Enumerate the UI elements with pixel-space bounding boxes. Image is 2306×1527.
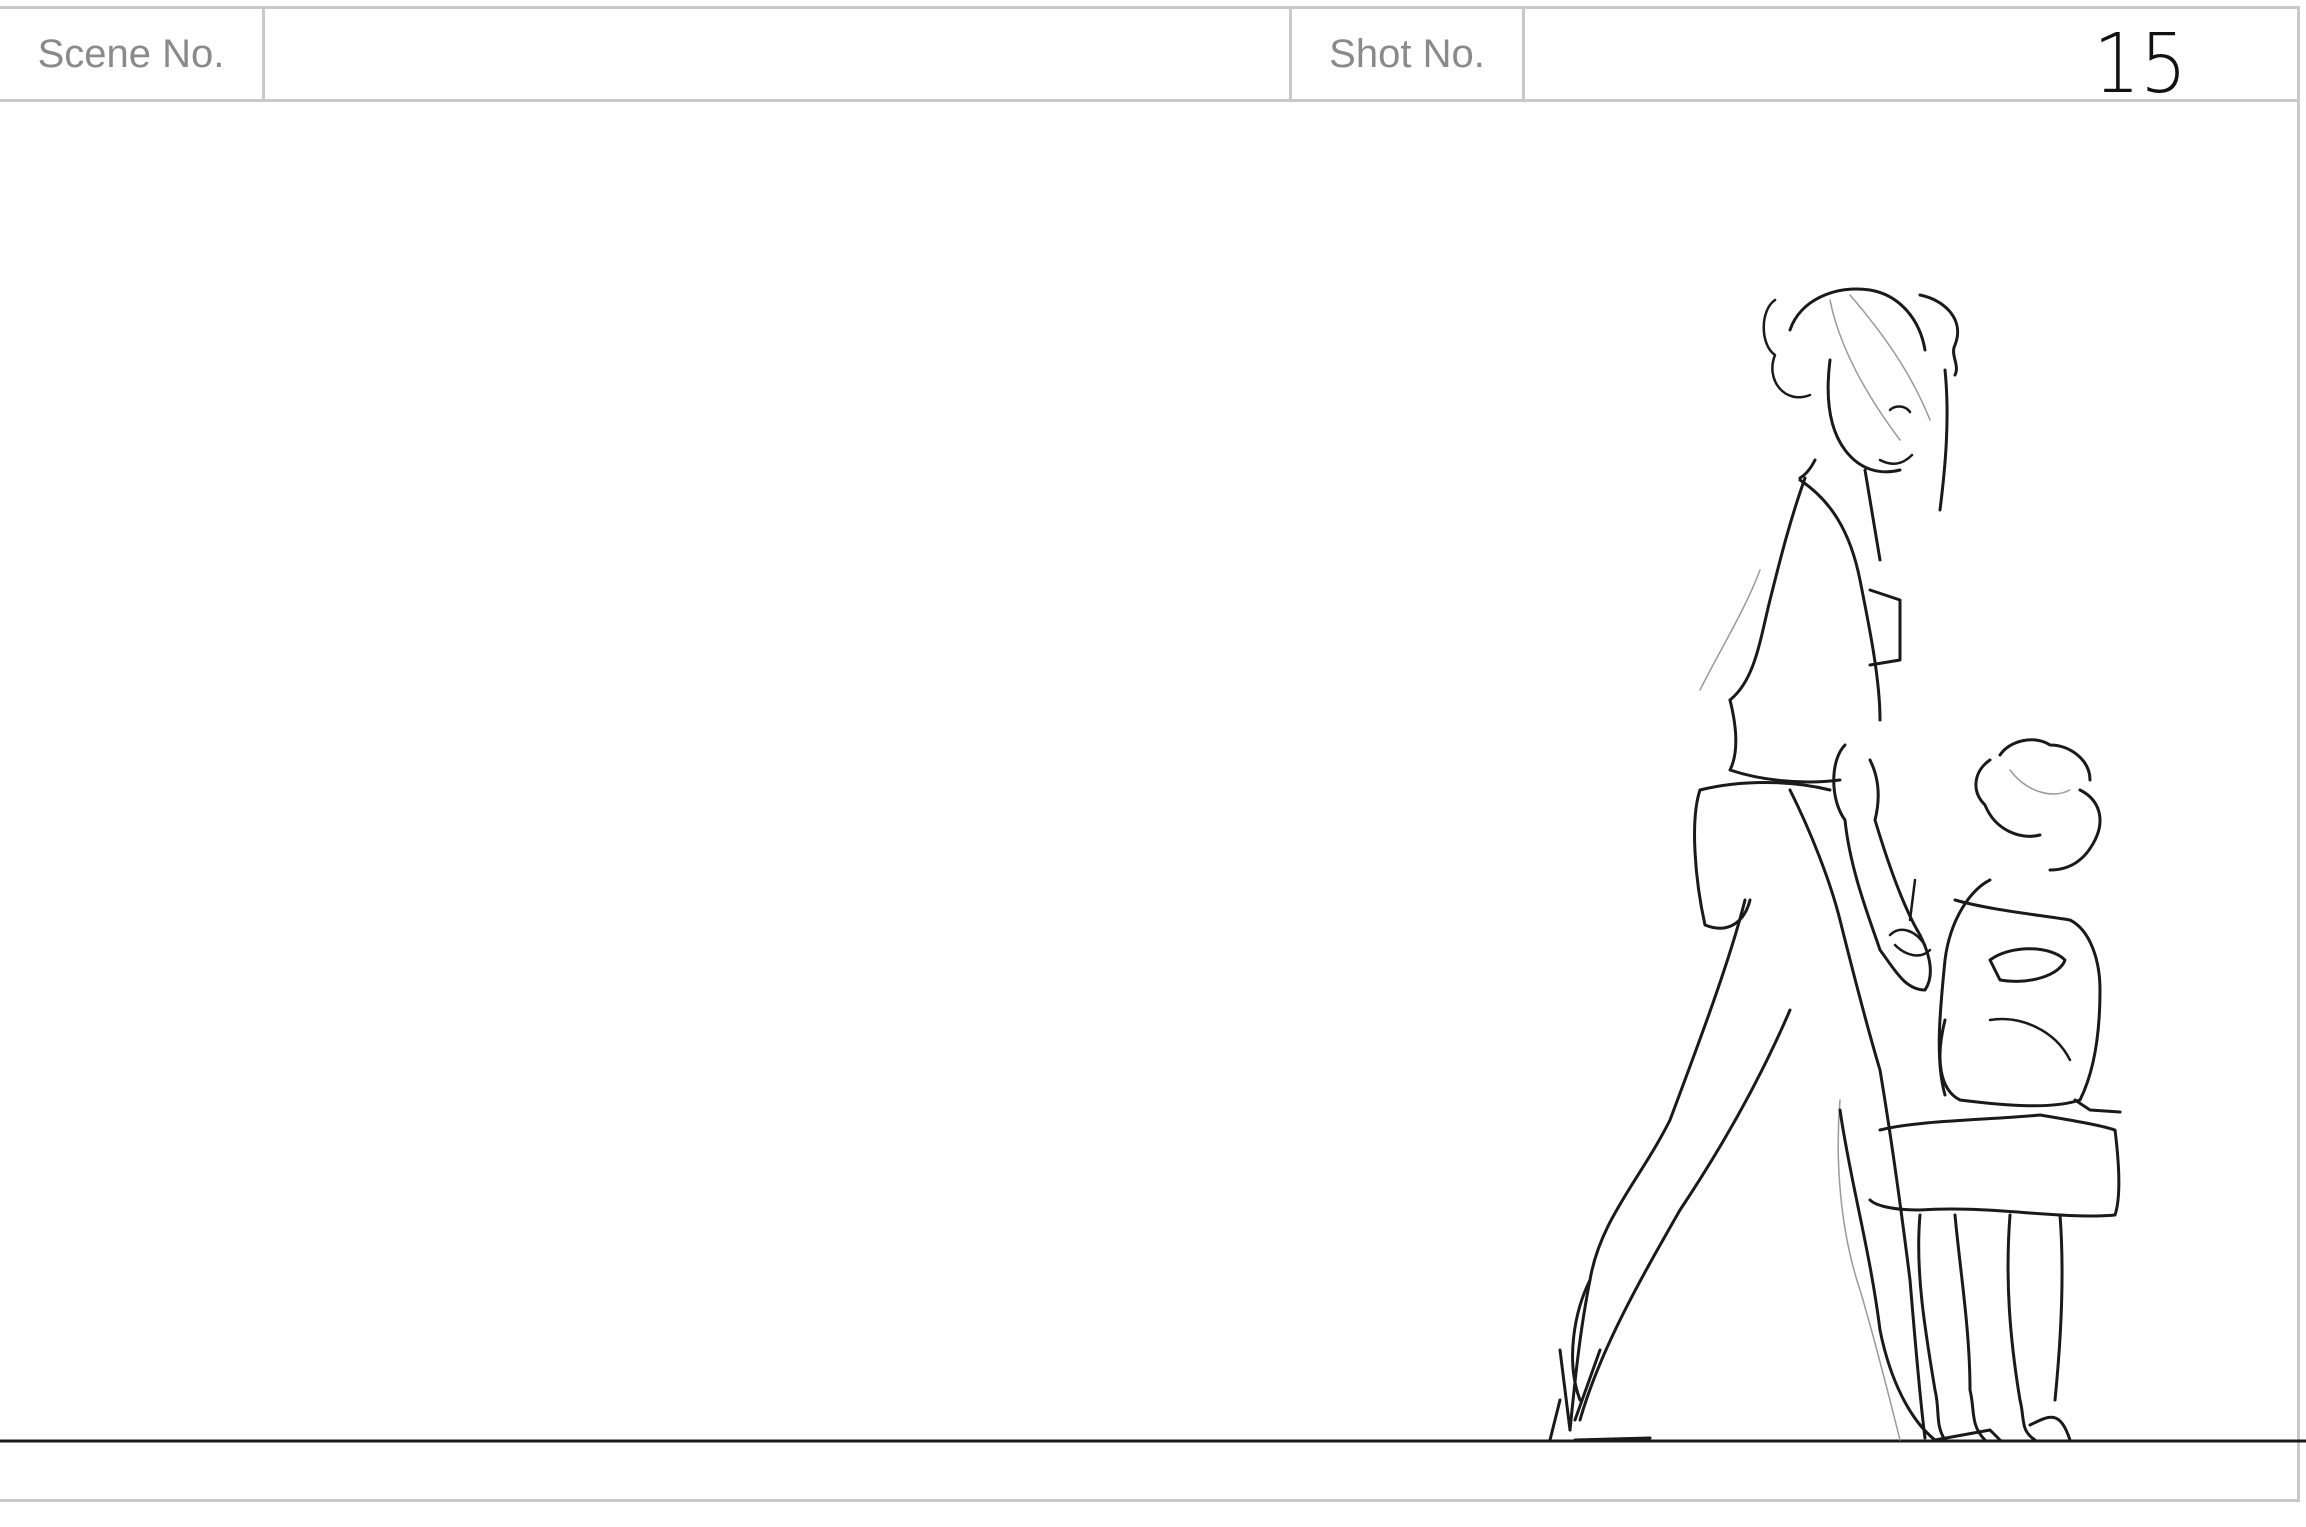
sketch-illustration	[0, 287, 2306, 1443]
child-figure	[1868, 738, 2122, 1442]
joined-hands	[1888, 878, 1932, 957]
woman-figure	[1548, 287, 1959, 1442]
